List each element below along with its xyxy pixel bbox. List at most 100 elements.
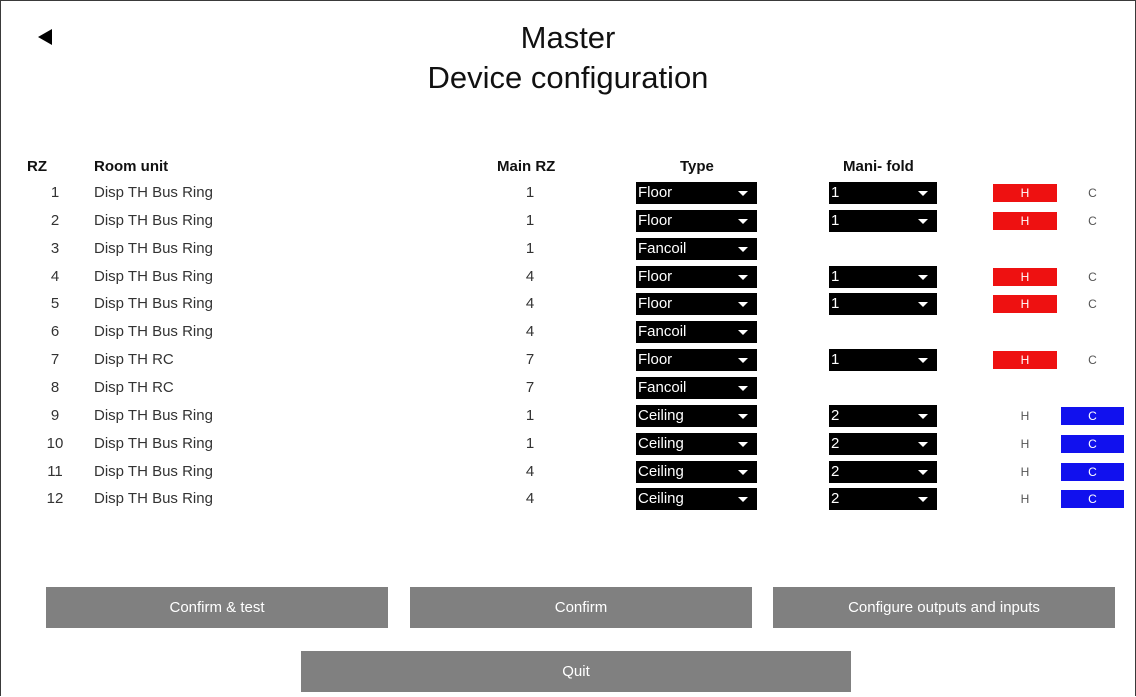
main-rz-value: 4 <box>525 268 535 285</box>
chevron-down-icon <box>918 497 928 502</box>
manifold-select[interactable]: 1 <box>829 182 937 204</box>
table-row: 12 Disp TH Bus Ring 4 Ceiling 2 HC <box>0 485 1136 513</box>
type-select-value: Fancoil <box>638 323 687 340</box>
manifold-select[interactable]: 1 <box>829 266 937 288</box>
type-select[interactable]: Floor <box>636 349 757 371</box>
type-select[interactable]: Fancoil <box>636 238 757 260</box>
chevron-down-icon <box>918 442 928 447</box>
manifold-select[interactable]: 1 <box>829 210 937 232</box>
manifold-select[interactable]: 2 <box>829 488 937 510</box>
rz-number: 8 <box>50 379 60 396</box>
type-select-value: Floor <box>638 268 673 285</box>
configure-outputs-inputs-button[interactable]: Configure outputs and inputs <box>773 587 1115 628</box>
rz-number: 4 <box>50 268 60 285</box>
page-title: Master <box>520 20 616 55</box>
cool-mode-button[interactable]: C <box>1061 351 1124 369</box>
type-select-value: Ceiling <box>638 407 684 424</box>
chevron-down-icon <box>738 302 748 307</box>
room-unit-name: Disp TH Bus Ring <box>94 435 213 452</box>
chevron-down-icon <box>918 275 928 280</box>
main-rz-value: 4 <box>525 463 535 480</box>
room-unit-name: Disp TH Bus Ring <box>94 240 213 257</box>
rz-number: 10 <box>46 435 64 452</box>
manifold-select[interactable]: 1 <box>829 293 937 315</box>
main-rz-value: 1 <box>525 407 535 424</box>
cool-mode-button[interactable]: C <box>1061 295 1124 313</box>
heat-mode-button[interactable]: H <box>993 184 1057 202</box>
heat-mode-button[interactable]: H <box>993 490 1057 508</box>
main-rz-value: 1 <box>525 240 535 257</box>
rz-number: 5 <box>50 295 60 312</box>
cool-mode-button[interactable]: C <box>1061 184 1124 202</box>
main-rz-value: 4 <box>525 490 535 507</box>
type-select[interactable]: Floor <box>636 293 757 315</box>
type-select[interactable]: Ceiling <box>636 433 757 455</box>
heat-mode-button[interactable]: H <box>993 295 1057 313</box>
cool-mode-button[interactable]: C <box>1061 435 1124 453</box>
rz-number: 3 <box>50 240 60 257</box>
table-row: 9 Disp TH Bus Ring 1 Ceiling 2 HC <box>0 402 1136 430</box>
type-select[interactable]: Fancoil <box>636 321 757 343</box>
rz-number: 2 <box>50 212 60 229</box>
heat-mode-button[interactable]: H <box>993 435 1057 453</box>
chevron-down-icon <box>738 414 748 419</box>
type-select[interactable]: Ceiling <box>636 405 757 427</box>
cool-mode-button[interactable]: C <box>1061 268 1124 286</box>
column-header-rz: RZ <box>27 158 47 175</box>
manifold-select-value: 1 <box>831 351 840 368</box>
heat-mode-button[interactable]: H <box>993 212 1057 230</box>
heat-mode-button[interactable]: H <box>993 463 1057 481</box>
manifold-select-value: 2 <box>831 490 840 507</box>
room-unit-name: Disp TH RC <box>94 379 174 396</box>
manifold-select-value: 2 <box>831 435 840 452</box>
page-subtitle: Device configuration <box>427 60 709 95</box>
chevron-down-icon <box>918 470 928 475</box>
manifold-select-value: 1 <box>831 268 840 285</box>
type-select[interactable]: Floor <box>636 266 757 288</box>
table-row: 7 Disp TH RC 7 Floor 1 HC <box>0 346 1136 374</box>
main-rz-value: 1 <box>525 184 535 201</box>
chevron-down-icon <box>738 330 748 335</box>
chevron-down-icon <box>738 470 748 475</box>
cool-mode-button[interactable]: C <box>1061 407 1124 425</box>
room-unit-name: Disp TH Bus Ring <box>94 407 213 424</box>
heat-mode-button[interactable]: H <box>993 351 1057 369</box>
room-unit-name: Disp TH Bus Ring <box>94 463 213 480</box>
room-unit-name: Disp TH Bus Ring <box>94 268 213 285</box>
table-row: 5 Disp TH Bus Ring 4 Floor 1 HC <box>0 290 1136 318</box>
type-select-value: Floor <box>638 184 673 201</box>
type-select-value: Ceiling <box>638 435 684 452</box>
room-unit-name: Disp TH Bus Ring <box>94 184 213 201</box>
type-select[interactable]: Floor <box>636 182 757 204</box>
column-header-room-unit: Room unit <box>94 158 169 175</box>
cool-mode-button[interactable]: C <box>1061 490 1124 508</box>
cool-mode-button[interactable]: C <box>1061 463 1124 481</box>
type-select[interactable]: Ceiling <box>636 461 757 483</box>
manifold-select[interactable]: 2 <box>829 461 937 483</box>
manifold-select-value: 1 <box>831 184 840 201</box>
manifold-select[interactable]: 2 <box>829 433 937 455</box>
rz-number: 12 <box>46 490 64 507</box>
type-select[interactable]: Fancoil <box>636 377 757 399</box>
room-unit-name: Disp TH Bus Ring <box>94 323 213 340</box>
type-select[interactable]: Ceiling <box>636 488 757 510</box>
rz-number: 6 <box>50 323 60 340</box>
confirm-button[interactable]: Confirm <box>410 587 752 628</box>
type-select-value: Ceiling <box>638 490 684 507</box>
rz-number: 9 <box>50 407 60 424</box>
manifold-select[interactable]: 1 <box>829 349 937 371</box>
type-select[interactable]: Floor <box>636 210 757 232</box>
heat-mode-button[interactable]: H <box>993 407 1057 425</box>
chevron-down-icon <box>738 275 748 280</box>
confirm-test-button[interactable]: Confirm & test <box>46 587 388 628</box>
type-select-value: Floor <box>638 351 673 368</box>
heat-mode-button[interactable]: H <box>993 268 1057 286</box>
cool-mode-button[interactable]: C <box>1061 212 1124 230</box>
manifold-select[interactable]: 2 <box>829 405 937 427</box>
manifold-select-value: 1 <box>831 212 840 229</box>
table-row: 11 Disp TH Bus Ring 4 Ceiling 2 HC <box>0 458 1136 486</box>
room-unit-name: Disp TH Bus Ring <box>94 295 213 312</box>
quit-button[interactable]: Quit <box>301 651 851 692</box>
room-unit-name: Disp TH RC <box>94 351 174 368</box>
type-select-value: Ceiling <box>638 463 684 480</box>
